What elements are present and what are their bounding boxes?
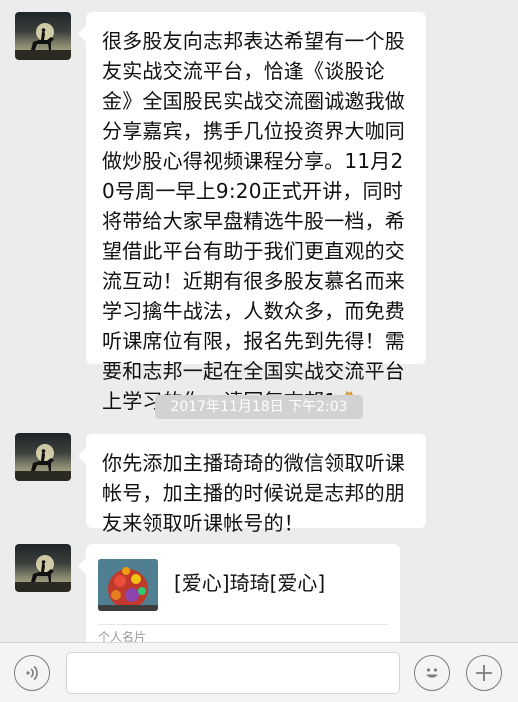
message-input[interactable] — [66, 652, 400, 694]
card-divider — [98, 624, 388, 625]
sender-avatar[interactable] — [15, 433, 71, 481]
contact-avatar — [98, 559, 158, 611]
more-button[interactable] — [466, 655, 502, 691]
input-bar — [0, 642, 518, 702]
contact-name: [爱心]琦琦[爱心] — [174, 571, 326, 595]
message-text: 你先添加主播琦琦的微信领取听课帐号，加主播的时候说是志邦的朋友来领取听课帐号的！ — [102, 451, 405, 535]
horse-rider-icon — [15, 23, 71, 60]
contact-card[interactable]: [爱心]琦琦[爱心] 个人名片 — [78, 544, 400, 642]
horse-rider-icon — [15, 555, 71, 592]
smiley-icon — [426, 668, 438, 678]
plus-icon — [476, 665, 492, 681]
card-type-label: 个人名片 — [98, 630, 147, 642]
voice-icon — [26, 665, 38, 681]
emoji-button[interactable] — [414, 655, 450, 691]
message-bubble[interactable]: 很多股友向志邦表达希望有一个股友实战交流平台，恰逢《谈股论金》全国股民实战交流圈… — [78, 12, 426, 413]
voice-button[interactable] — [14, 655, 50, 691]
message-text: 很多股友向志邦表达希望有一个股友实战交流平台，恰逢《谈股论金》全国股民实战交流圈… — [102, 29, 405, 413]
timestamp-badge: 2017年11月18日 下午2:03 — [155, 395, 363, 419]
sender-avatar[interactable] — [15, 544, 71, 592]
sender-avatar[interactable] — [15, 12, 71, 60]
message-bubble[interactable]: 你先添加主播琦琦的微信领取听课帐号，加主播的时候说是志邦的朋友来领取听课帐号的！ — [78, 434, 426, 535]
horse-rider-icon — [15, 444, 71, 481]
chat-area[interactable]: 很多股友向志邦表达希望有一个股友实战交流平台，恰逢《谈股论金》全国股民实战交流圈… — [0, 0, 518, 642]
